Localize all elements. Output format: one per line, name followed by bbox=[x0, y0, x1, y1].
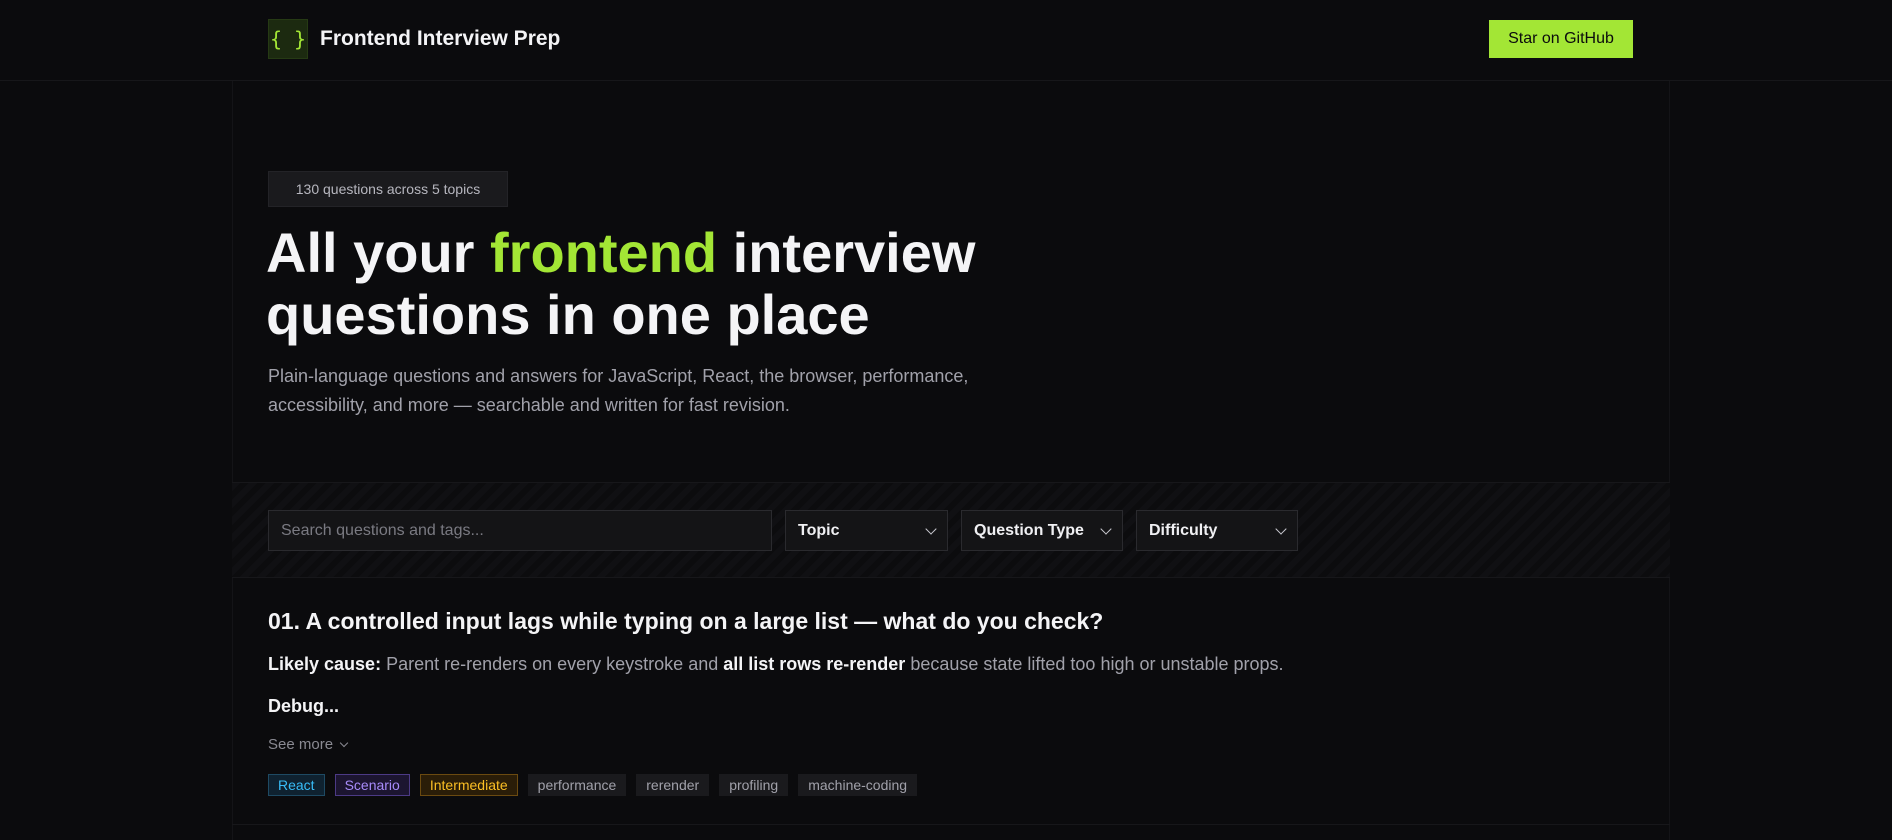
tag-machine-coding[interactable]: machine-coding bbox=[798, 774, 918, 796]
tag-difficulty[interactable]: Intermediate bbox=[419, 774, 518, 796]
question-answer-preview: Likely cause: Parent re-renders on every… bbox=[268, 654, 1468, 675]
headline-part2: interview bbox=[717, 221, 976, 284]
difficulty-select[interactable]: Difficulty bbox=[1136, 510, 1298, 551]
brand-title[interactable]: Frontend Interview Prep bbox=[320, 27, 560, 51]
headline-part1: All your bbox=[266, 221, 491, 284]
topic-select[interactable]: Topic bbox=[785, 510, 948, 551]
question-type-select-label: Question Type bbox=[974, 521, 1084, 539]
answer-text-2: because state lifted too high or unstabl… bbox=[905, 654, 1284, 674]
see-more-label: See more bbox=[268, 736, 334, 753]
right-column-divider bbox=[1669, 81, 1670, 840]
tag-performance[interactable]: performance bbox=[527, 774, 627, 796]
likely-cause-label: Likely cause: bbox=[268, 654, 382, 674]
debug-heading: Debug... bbox=[268, 696, 339, 716]
answer-bold-text: all list rows re-render bbox=[723, 654, 906, 674]
tag-rerender[interactable]: rerender bbox=[636, 774, 710, 796]
headline-accent: frontend bbox=[490, 221, 718, 284]
headline-line2: questions in one place bbox=[266, 283, 870, 346]
difficulty-select-label: Difficulty bbox=[1149, 521, 1218, 539]
answer-text-1: Parent re-renders on every keystroke and bbox=[381, 654, 724, 674]
tag-type[interactable]: Scenario bbox=[334, 774, 410, 796]
tag-topic[interactable]: React bbox=[268, 774, 325, 796]
card-divider bbox=[232, 824, 1670, 825]
chevron-down-icon bbox=[1275, 522, 1287, 535]
hero-headline: All your frontend interview questions in… bbox=[266, 222, 1066, 346]
star-on-github-button[interactable]: Star on GitHub bbox=[1489, 20, 1633, 58]
chevron-down-icon bbox=[925, 522, 937, 535]
left-column-divider bbox=[232, 81, 233, 840]
logo-braces-icon[interactable]: { } bbox=[268, 19, 308, 59]
chevron-down-icon bbox=[339, 738, 349, 748]
question-count-badge: 130 questions across 5 topics bbox=[268, 171, 508, 207]
chevron-down-icon bbox=[1100, 522, 1112, 535]
search-input[interactable] bbox=[268, 510, 772, 551]
hero-subtitle: Plain-language questions and answers for… bbox=[268, 366, 969, 415]
tag-profiling[interactable]: profiling bbox=[719, 774, 789, 796]
topic-select-label: Topic bbox=[798, 521, 840, 539]
question-type-select[interactable]: Question Type bbox=[961, 510, 1123, 551]
question-tags: React Scenario Intermediate performance … bbox=[268, 774, 918, 796]
see-more-button[interactable]: See more bbox=[268, 736, 349, 753]
question-title[interactable]: 01. A controlled input lags while typing… bbox=[268, 608, 1103, 635]
site-header: { } Frontend Interview Prep Star on GitH… bbox=[0, 0, 1892, 81]
